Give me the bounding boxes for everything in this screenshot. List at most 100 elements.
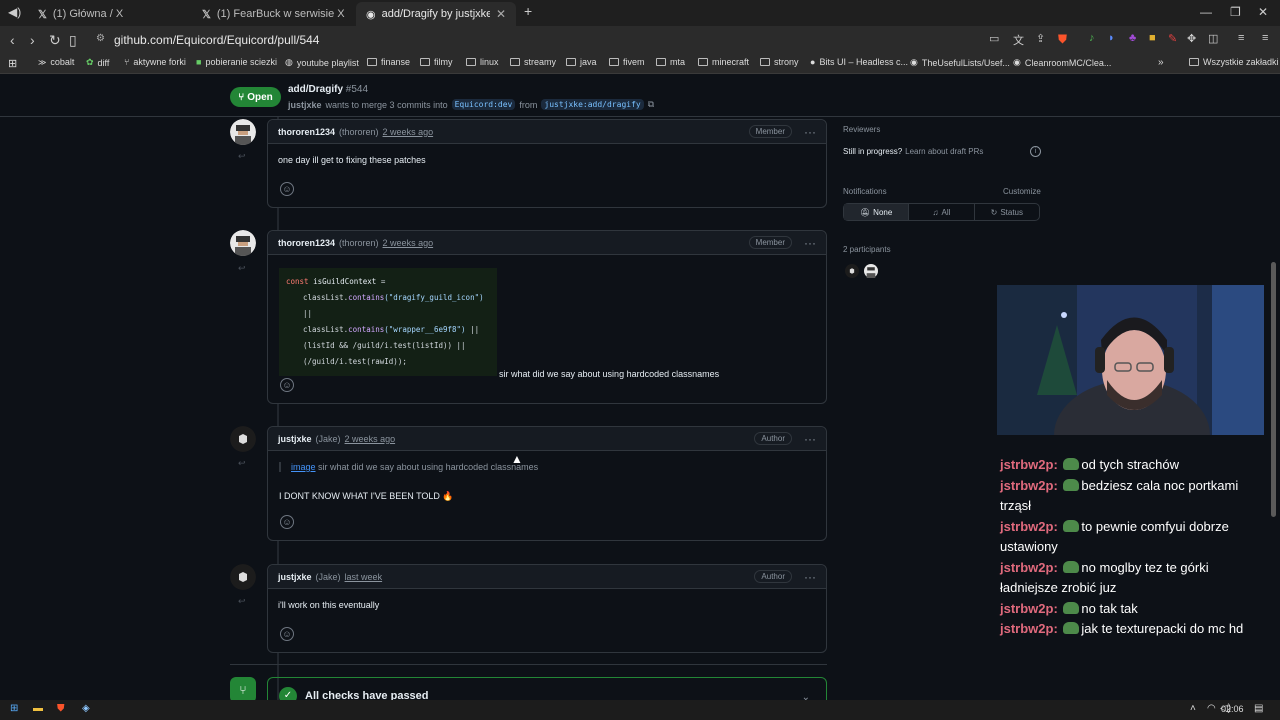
bookmark-folder-fivem[interactable]: fivem [609, 57, 645, 67]
customize-link[interactable]: Customize [1003, 187, 1041, 196]
reply-icon[interactable]: ↩ [238, 596, 246, 607]
participant-avatar[interactable] [864, 264, 878, 278]
avatar-thororen[interactable] [230, 119, 256, 145]
tab-x-fearbuck[interactable]: 𝕏 (1) FearBuck w serwisie X: „A TikToker [192, 2, 356, 26]
share-icon[interactable]: ⇪ [1036, 32, 1045, 45]
bookmark-diff[interactable]: ✿ diff [86, 57, 109, 68]
bookmark-folder-streamy[interactable]: streamy [510, 57, 556, 67]
add-reaction-icon[interactable]: ☺ [280, 378, 294, 392]
avatar-thororen[interactable] [230, 230, 256, 256]
participant-avatar[interactable] [845, 264, 859, 278]
add-reaction-icon[interactable]: ☺ [280, 627, 294, 641]
forward-icon[interactable]: › [30, 32, 35, 48]
new-tab-button[interactable]: + [524, 3, 532, 19]
steam-icon[interactable]: ◈ [82, 703, 90, 714]
close-tab-icon[interactable]: ✕ [496, 7, 506, 21]
wallet-icon[interactable]: ≡ [1238, 32, 1244, 44]
more-options-icon[interactable]: ··· [804, 432, 816, 446]
add-reaction-icon[interactable]: ☺ [280, 182, 294, 196]
extensions-puzzle-icon[interactable]: ✥ [1187, 32, 1196, 45]
wifi-icon[interactable]: ◠ [1207, 703, 1216, 714]
back-icon[interactable]: ‹ [10, 32, 15, 48]
bookmark-cleanroommc[interactable]: ◉ CleanroomMC/Clea... [1013, 57, 1111, 68]
more-bookmarks-icon[interactable]: » [1158, 57, 1164, 68]
head-branch-label[interactable]: justjxke:add/dragify [541, 99, 644, 110]
cast-icon[interactable]: ▭ [989, 32, 999, 45]
reply-icon[interactable]: ↩ [238, 151, 246, 162]
bookmark-folder-filmy[interactable]: filmy [420, 57, 453, 67]
extension-icon[interactable]: ✎ [1168, 32, 1177, 45]
avatar-justjxke[interactable] [230, 564, 256, 590]
minimize-button[interactable]: — [1200, 5, 1212, 19]
bookmark-folder-minecraft[interactable]: minecraft [698, 57, 749, 67]
tab-x-home[interactable]: 𝕏 (1) Główna / X [28, 2, 192, 26]
extension-icon[interactable]: ■ [1149, 32, 1156, 44]
extension-icon[interactable]: ◗ [1108, 32, 1115, 44]
tray-chevron-icon[interactable]: ˄ [1190, 703, 1196, 714]
quoted-image-link[interactable]: image [291, 462, 316, 472]
file-explorer-icon[interactable]: ▬ [33, 703, 43, 714]
windows-start-icon[interactable]: ⊞ [10, 703, 18, 714]
more-options-icon[interactable]: ··· [804, 570, 816, 584]
bookmark-aktywne-forki[interactable]: ⑂ aktywne forki [124, 57, 186, 67]
copy-icon[interactable]: ⧉ [648, 99, 654, 110]
page-scrollbar[interactable] [1271, 262, 1276, 517]
more-options-icon[interactable]: ··· [804, 236, 816, 250]
globe-icon: ◍ [285, 57, 293, 67]
reviewers-heading[interactable]: Reviewers [843, 125, 880, 134]
bookmark-folder-strony[interactable]: strony [760, 57, 799, 67]
comment-author[interactable]: justjxke [278, 434, 312, 444]
more-options-icon[interactable]: ··· [804, 125, 816, 139]
comment-timestamp[interactable]: 2 weeks ago [383, 127, 434, 137]
reload-icon[interactable]: ↻ [49, 32, 61, 49]
bookmark-folder-linux[interactable]: linux [466, 57, 499, 67]
address-bar[interactable]: ⚙ github.com/Equicord/Equicord/pull/544 [88, 29, 1088, 51]
comment-timestamp[interactable]: last week [345, 572, 383, 582]
pr-author-link[interactable]: justjxke [288, 100, 322, 110]
bookmark-usefullists[interactable]: ◉ TheUsefulLists/Usef... [910, 57, 1010, 68]
chevron-down-icon[interactable]: ⌄ [802, 692, 810, 701]
bookmark-folder-java[interactable]: java [566, 57, 597, 67]
clock[interactable]: 02:06 [1221, 704, 1244, 714]
bookmark-pobieranie-sciezki[interactable]: ■ pobieranie sciezki [196, 57, 277, 67]
comment-author[interactable]: thororen1234 [278, 127, 335, 137]
reply-icon[interactable]: ↩ [238, 263, 246, 274]
draft-prs-link[interactable]: Learn about draft PRs [905, 147, 983, 156]
translate-icon[interactable]: 文 [1013, 32, 1024, 48]
avatar-justjxke[interactable] [230, 426, 256, 452]
bookmark-cobalt[interactable]: ≫ cobalt [38, 57, 74, 67]
bookmark-icon[interactable]: ▯ [69, 32, 77, 49]
speaker-icon[interactable]: ◀) [8, 5, 21, 19]
brave-browser-icon[interactable]: ⛊ [57, 703, 65, 714]
bookmark-youtube-playlist[interactable]: ◍ youtube playlist [285, 57, 359, 68]
site-info-icon[interactable]: ⚙ [96, 33, 105, 44]
pr-merge-info: justjxke wants to merge 3 commits into E… [288, 99, 655, 110]
comment-author[interactable]: justjxke [278, 572, 312, 582]
base-branch-label[interactable]: Equicord:dev [451, 99, 516, 110]
extension-icon[interactable]: ♪ [1089, 32, 1095, 44]
notifications-icon[interactable]: ▤ [1254, 703, 1263, 714]
bookmark-folder-mta[interactable]: mta [656, 57, 685, 67]
close-window-button[interactable]: ✕ [1258, 5, 1268, 19]
tab-github-pr[interactable]: ◉ add/Dragify by justjxke · Pull Req ✕ [356, 2, 516, 26]
comment-author[interactable]: thororen1234 [278, 238, 335, 248]
add-reaction-icon[interactable]: ☺ [280, 515, 294, 529]
apps-grid-icon[interactable]: ⊞ [8, 57, 17, 70]
all-bookmarks-folder[interactable]: Wszystkie zakładki [1189, 57, 1279, 67]
notif-status-button[interactable]: ↻ Status [975, 204, 1039, 220]
bits-icon: ● [810, 57, 816, 67]
maximize-button[interactable]: ❐ [1230, 5, 1241, 19]
notif-none-button[interactable]: 🔕︎ None [844, 204, 910, 220]
comment-timestamp[interactable]: 2 weeks ago [345, 434, 396, 444]
reply-icon[interactable]: ↩ [238, 458, 246, 469]
bookmark-folder-finanse[interactable]: finanse [367, 57, 410, 67]
notif-all-button[interactable]: ♫︎ All [909, 204, 975, 220]
pr-title[interactable]: add/Dragify #544 [288, 84, 368, 95]
brave-shield-icon[interactable]: ⛊ [1058, 32, 1067, 47]
bookmark-bits-ui[interactable]: ● Bits UI – Headless c... [810, 57, 908, 67]
menu-icon[interactable]: ≡ [1262, 32, 1268, 44]
sidebar-icon[interactable]: ◫ [1208, 32, 1218, 45]
extension-icon[interactable]: ♣ [1129, 32, 1136, 44]
info-icon[interactable]: i [1030, 146, 1041, 157]
comment-timestamp[interactable]: 2 weeks ago [383, 238, 434, 248]
